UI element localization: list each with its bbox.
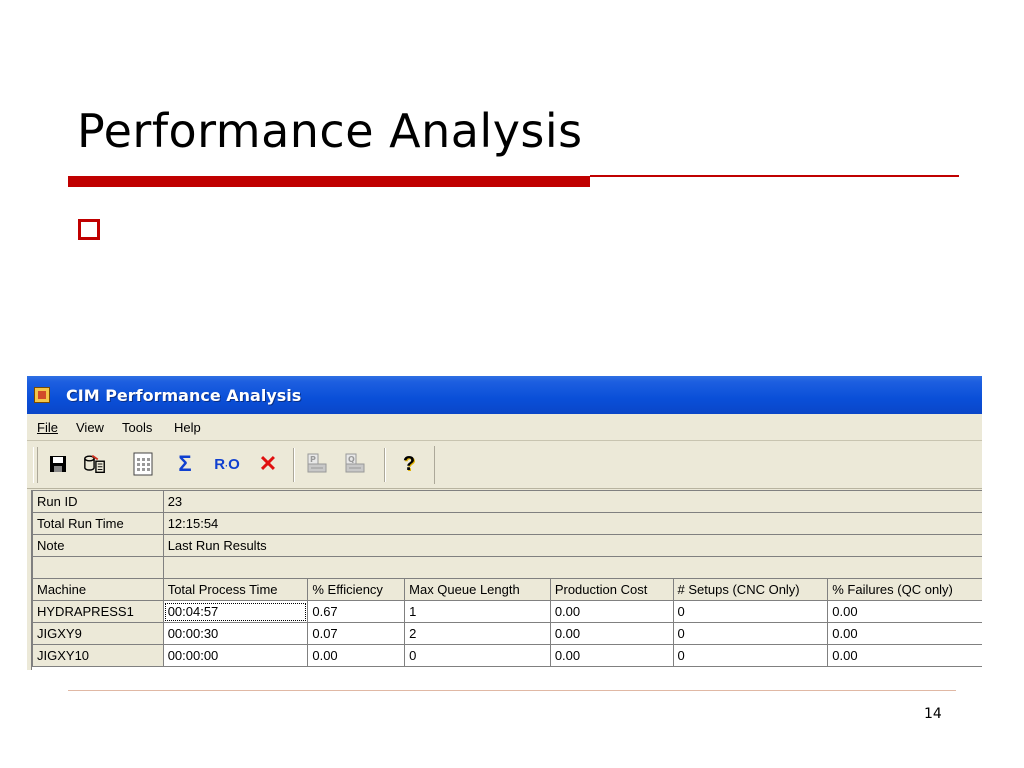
menu-help-label: Help bbox=[174, 420, 201, 435]
column-header[interactable]: % Efficiency bbox=[307, 578, 406, 601]
run-id-row: Run ID 23 bbox=[32, 490, 982, 513]
export-icon bbox=[84, 454, 105, 473]
machine-cell[interactable]: HYDRAPRESS1 bbox=[32, 600, 164, 623]
calculator-icon bbox=[133, 452, 153, 476]
table-cell[interactable]: 0 bbox=[672, 644, 829, 667]
toolbar-separator bbox=[384, 448, 386, 482]
table-row[interactable]: HYDRAPRESS1 00:04:57 0.67 1 0.00 0 0.00 bbox=[32, 600, 982, 623]
svg-text:P: P bbox=[310, 455, 316, 464]
toolbar-grip[interactable] bbox=[33, 447, 38, 483]
separator-row bbox=[32, 556, 982, 579]
table-cell[interactable]: 0.00 bbox=[549, 622, 674, 645]
machine-cell[interactable]: JIGXY10 bbox=[32, 644, 164, 667]
column-header[interactable]: Machine bbox=[32, 578, 164, 601]
menu-file-label: File bbox=[37, 420, 58, 435]
column-header[interactable]: Total Process Time bbox=[162, 578, 309, 601]
toolbar-separator bbox=[293, 448, 295, 482]
separator-cell bbox=[162, 556, 982, 579]
table-cell[interactable]: 1 bbox=[404, 600, 551, 623]
separator-cell bbox=[32, 556, 164, 579]
column-header[interactable]: Max Queue Length bbox=[404, 578, 551, 601]
svg-text:Q: Q bbox=[348, 455, 355, 464]
table-cell[interactable]: 0.00 bbox=[549, 600, 674, 623]
print-preview-button[interactable]: P bbox=[305, 452, 329, 476]
menu-tools-label: Tools bbox=[122, 420, 153, 435]
table-cell[interactable]: 00:00:00 bbox=[162, 644, 309, 667]
menu-bar: File View Tools Help bbox=[27, 416, 982, 441]
window-title: CIM Performance Analysis bbox=[66, 386, 302, 405]
table-row[interactable]: JIGXY9 00:00:30 0.07 2 0.00 0 0.00 bbox=[32, 622, 982, 645]
note-row: Note Last Run Results bbox=[32, 534, 982, 557]
table-cell[interactable]: 0 bbox=[672, 622, 829, 645]
toolbar-end bbox=[434, 446, 435, 484]
table-cell[interactable]: 00:00:30 bbox=[162, 622, 309, 645]
total-run-time-label: Total Run Time bbox=[32, 512, 164, 535]
sum-button[interactable]: Σ bbox=[173, 451, 197, 476]
title-underline-thin bbox=[590, 175, 959, 177]
slide-title: Performance Analysis bbox=[77, 104, 583, 158]
window-titlebar[interactable]: CIM Performance Analysis bbox=[27, 376, 982, 414]
results-table: Run ID 23 Total Run Time 12:15:54 Note L… bbox=[32, 490, 982, 667]
table-cell[interactable]: 0.00 bbox=[827, 600, 982, 623]
table-cell[interactable]: 0 bbox=[404, 644, 551, 667]
table-cell[interactable]: 0.00 bbox=[827, 644, 982, 667]
column-header[interactable]: % Failures (QC only) bbox=[827, 578, 982, 601]
app-icon[interactable] bbox=[34, 387, 50, 403]
table-cell[interactable]: 0.00 bbox=[827, 622, 982, 645]
toolbar: Σ R·O ✕ P Q ? bbox=[27, 442, 982, 489]
menu-file[interactable]: File bbox=[37, 420, 58, 435]
bullet-square-icon bbox=[78, 219, 100, 240]
export-button[interactable] bbox=[83, 452, 107, 476]
menu-view-label: View bbox=[76, 420, 104, 435]
run-id-label: Run ID bbox=[32, 490, 164, 513]
column-header[interactable]: # Setups (CNC Only) bbox=[672, 578, 829, 601]
menu-tools[interactable]: Tools bbox=[122, 420, 152, 435]
table-cell[interactable]: 2 bbox=[404, 622, 551, 645]
footer-divider bbox=[68, 690, 956, 691]
results-grid: Run ID 23 Total Run Time 12:15:54 Note L… bbox=[31, 490, 982, 670]
note-label: Note bbox=[32, 534, 164, 557]
help-button[interactable]: ? bbox=[397, 452, 421, 476]
delete-icon: ✕ bbox=[258, 451, 278, 476]
column-header[interactable]: Production Cost bbox=[549, 578, 674, 601]
table-row[interactable]: JIGXY10 00:00:00 0.00 0 0.00 0 0.00 bbox=[32, 644, 982, 667]
menu-view[interactable]: View bbox=[76, 420, 104, 435]
print-preview-icon: P bbox=[307, 453, 327, 473]
table-cell[interactable]: 0.07 bbox=[307, 622, 406, 645]
table-cell[interactable]: 0.67 bbox=[307, 600, 406, 623]
table-cell[interactable]: 0 bbox=[672, 600, 829, 623]
page-number: 14 bbox=[924, 706, 942, 722]
calculator-button[interactable] bbox=[131, 452, 155, 476]
delete-button[interactable]: ✕ bbox=[256, 451, 280, 476]
total-run-time-value[interactable]: 12:15:54 bbox=[162, 512, 982, 535]
print-icon: Q bbox=[345, 453, 365, 473]
run-id-value[interactable]: 23 bbox=[162, 490, 982, 513]
help-icon: ? bbox=[402, 452, 416, 475]
sigma-icon: Σ bbox=[178, 451, 192, 476]
table-cell[interactable]: 0.00 bbox=[549, 644, 674, 667]
save-button[interactable] bbox=[46, 452, 70, 476]
table-cell[interactable]: 00:04:57 bbox=[162, 600, 309, 623]
menu-help[interactable]: Help bbox=[174, 420, 201, 435]
application-window: CIM Performance Analysis File View Tools… bbox=[27, 376, 982, 670]
title-underline-thick bbox=[68, 176, 590, 187]
ro-button[interactable]: R·O bbox=[211, 452, 243, 476]
machine-cell[interactable]: JIGXY9 bbox=[32, 622, 164, 645]
table-cell[interactable]: 0.00 bbox=[307, 644, 406, 667]
ro-icon: R·O bbox=[214, 455, 240, 473]
save-icon bbox=[50, 456, 66, 472]
total-run-time-row: Total Run Time 12:15:54 bbox=[32, 512, 982, 535]
print-button[interactable]: Q bbox=[343, 452, 367, 476]
column-header-row: Machine Total Process Time % Efficiency … bbox=[32, 578, 982, 601]
note-value[interactable]: Last Run Results bbox=[162, 534, 982, 557]
